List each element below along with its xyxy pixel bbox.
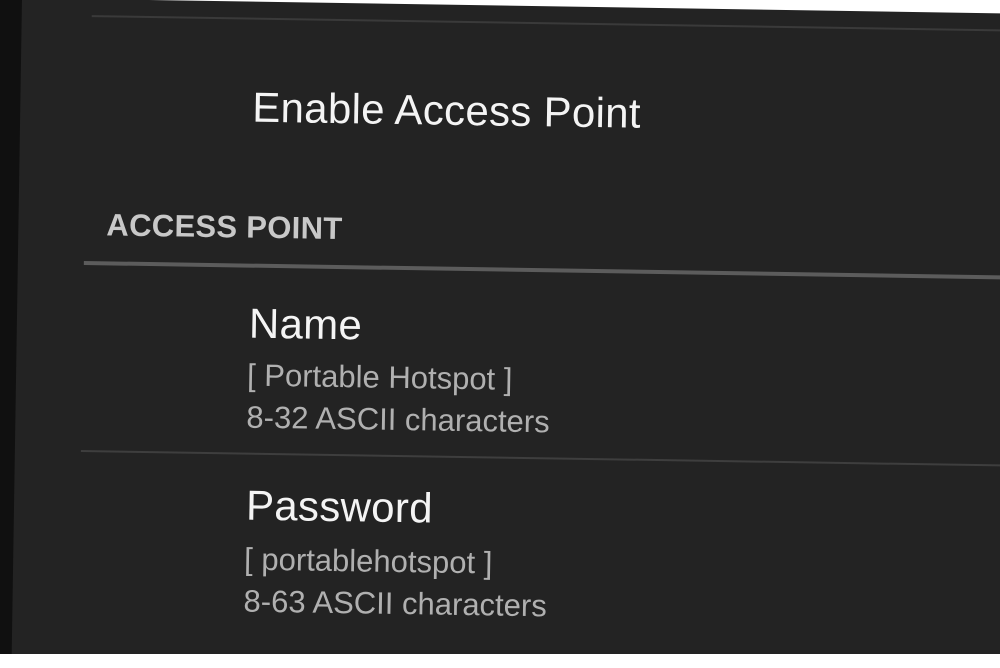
photo-frame: Enable Access Point ACCESS POINT Name [ … [0, 0, 1000, 668]
name-setting-hint: 8-32 ASCII characters [246, 399, 550, 440]
password-setting-value: [ portablehotspot ] [243, 541, 493, 581]
name-setting-row[interactable]: Name [ Portable Hotspot ] 8-32 ASCII cha… [81, 267, 1000, 462]
name-setting-value: [ Portable Hotspot ] [246, 357, 513, 397]
enable-access-point-row[interactable]: Enable Access Point [85, 39, 1000, 204]
enable-access-point-title: Enable Access Point [251, 83, 642, 137]
password-setting-hint: 8-63 ASCII characters [243, 583, 548, 624]
photo-bottom-edge [0, 654, 1000, 668]
top-divider [91, 15, 1000, 33]
password-setting-row[interactable]: Password [ portablehotspot ] 8-63 ASCII … [78, 455, 1000, 660]
name-setting-title: Name [248, 299, 363, 349]
settings-screen: Enable Access Point ACCESS POINT Name [ … [11, 0, 1000, 668]
password-setting-title: Password [245, 481, 434, 532]
access-point-section-header: ACCESS POINT [106, 207, 343, 247]
